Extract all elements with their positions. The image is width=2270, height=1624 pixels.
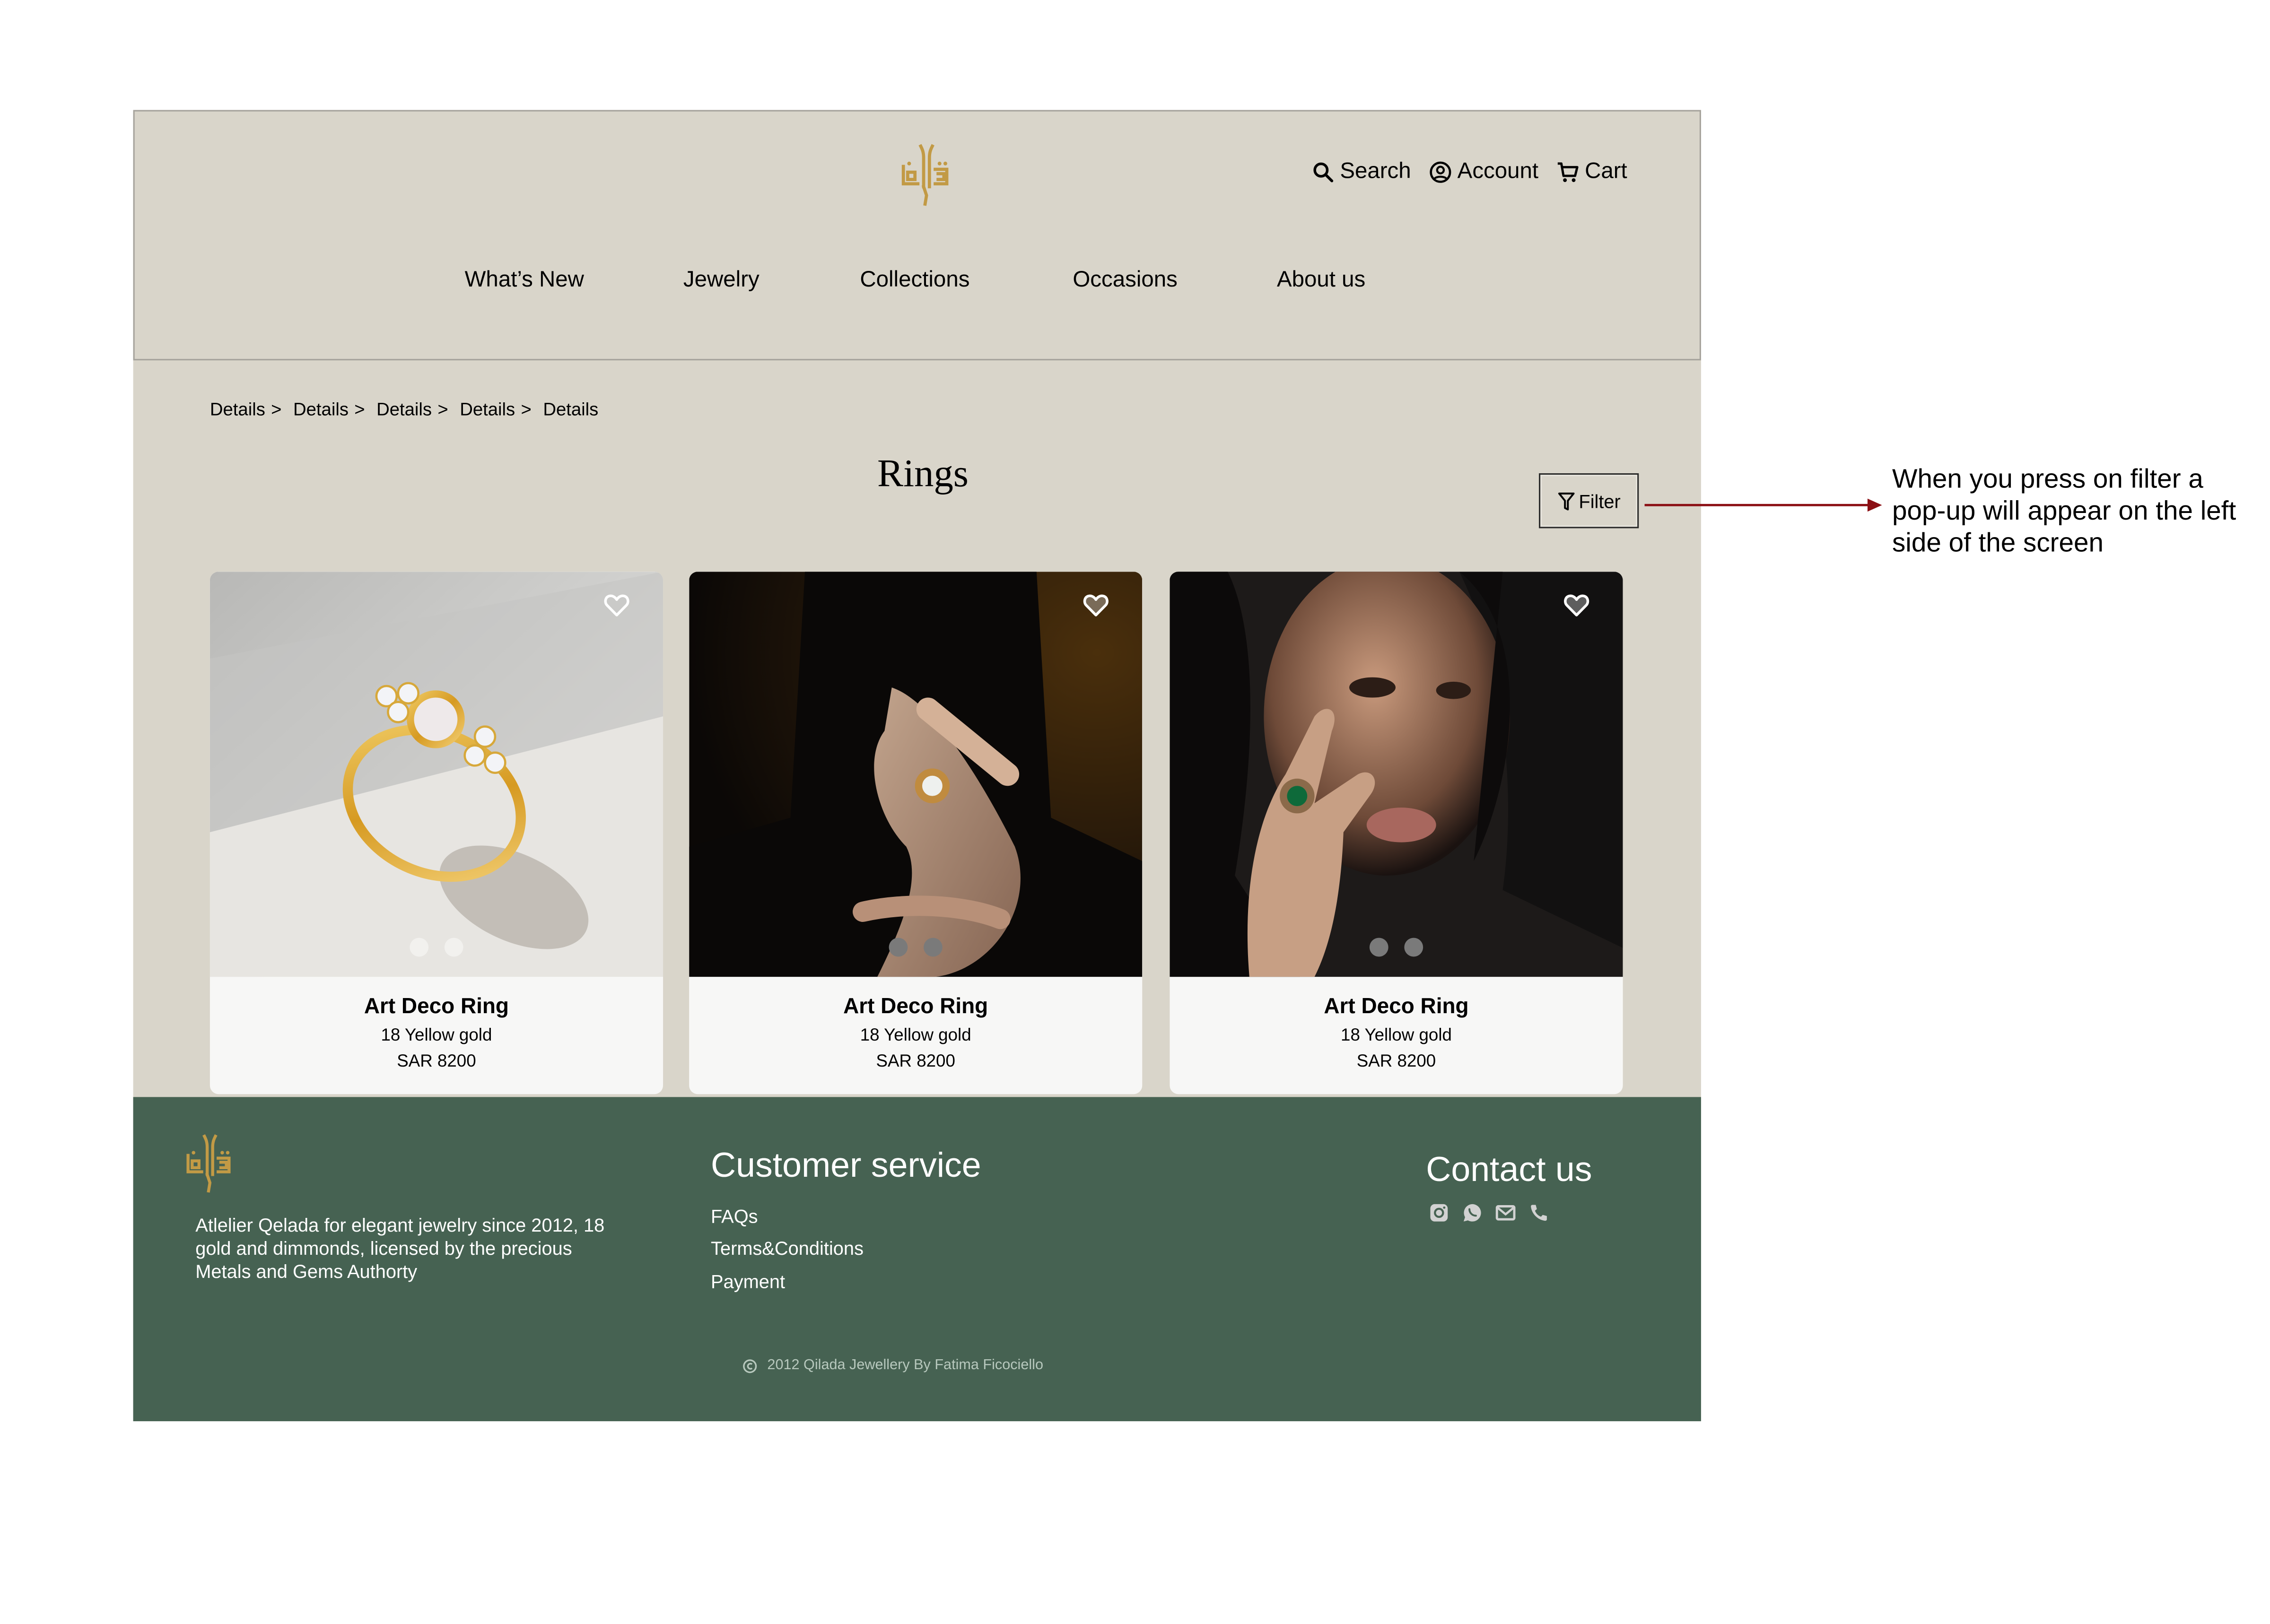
breadcrumb-separator: > [437,399,448,420]
header-actions: Search Account Cart [1311,159,1627,185]
breadcrumb-item[interactable]: Details [460,399,515,420]
brand-logo-icon[interactable] [900,143,952,207]
nav-item-whats-new[interactable]: What’s New [465,268,584,294]
product-material: 18 Yellow gold [381,1025,492,1045]
footer-link-payment[interactable]: Payment [711,1271,785,1293]
product-price: SAR 8200 [876,1051,955,1071]
model-ring-photo [1170,572,1623,977]
cart-label: Cart [1585,159,1627,184]
heart-outline-icon[interactable] [1083,592,1109,618]
carousel-dots [210,938,663,957]
product-info: Art Deco Ring 18 Yellow gold SAR 8200 [210,977,663,1071]
copyright-text: 2012 Qilada Jewellery By Fatima Ficociel… [767,1357,1044,1374]
breadcrumb-item[interactable]: Details [210,399,265,420]
product-material: 18 Yellow gold [860,1025,971,1045]
footer-link-faqs[interactable]: FAQs [711,1206,758,1227]
product-price: SAR 8200 [397,1051,476,1071]
hand-ring-photo [689,572,1143,977]
breadcrumb: Details > Details > Details > Details > … [210,399,598,420]
copyright: 2012 Qilada Jewellery By Fatima Ficociel… [742,1357,1043,1373]
product-name[interactable]: Art Deco Ring [210,994,663,1019]
product-material: 18 Yellow gold [1341,1025,1452,1045]
carousel-dot[interactable] [1369,938,1388,957]
page-title: Rings [877,452,969,495]
carousel-dot[interactable] [444,938,463,957]
footer-link-terms[interactable]: Terms&Conditions [711,1237,864,1259]
search-button[interactable]: Search [1311,159,1411,185]
funnel-icon [1557,492,1574,510]
canvas: Search Account Cart What’s New Jewelry C… [0,0,2270,1624]
product-price: SAR 8200 [1356,1051,1436,1071]
nav-item-collections[interactable]: Collections [860,268,969,294]
annotation-arrow [1644,498,1882,512]
filter-label: Filter [1579,490,1621,512]
carousel-dot[interactable] [889,938,908,957]
carousel-dot[interactable] [410,938,429,957]
brand-logo-icon[interactable] [185,1132,235,1196]
product-image[interactable] [689,572,1143,977]
search-label: Search [1340,159,1411,184]
cart-icon [1557,162,1578,182]
footer-about-text: Atlelier Qelada for elegant jewelry sinc… [195,1214,605,1283]
carousel-dots [689,938,1142,957]
account-circle-icon [1429,161,1451,183]
phone-icon[interactable] [1529,1203,1549,1223]
gold-ring-photo [210,572,664,977]
breadcrumb-item-current[interactable]: Details [543,399,598,420]
instagram-icon[interactable] [1429,1203,1449,1223]
product-name[interactable]: Art Deco Ring [1170,994,1623,1019]
breadcrumb-separator: > [271,399,282,420]
breadcrumb-item[interactable]: Details [293,399,349,420]
account-button[interactable]: Account [1428,159,1538,185]
copyright-icon [743,1358,757,1372]
breadcrumb-separator: > [521,399,532,420]
account-label: Account [1457,159,1539,184]
breadcrumb-item[interactable]: Details [376,399,432,420]
product-info: Art Deco Ring 18 Yellow gold SAR 8200 [689,977,1142,1071]
carousel-dot[interactable] [924,938,943,957]
nav-item-about-us[interactable]: About us [1277,268,1365,294]
product-image[interactable] [210,572,664,977]
whatsapp-icon[interactable] [1462,1203,1483,1223]
carousel-dots [1170,938,1623,957]
product-card[interactable]: Art Deco Ring 18 Yellow gold SAR 8200 [689,572,1143,1094]
filter-button[interactable]: Filter [1539,473,1639,529]
contact-icons [1429,1203,1549,1223]
nav-item-occasions[interactable]: Occasions [1073,268,1178,294]
product-card[interactable]: Art Deco Ring 18 Yellow gold SAR 8200 [210,572,664,1094]
search-icon [1313,162,1333,182]
heart-outline-icon[interactable] [604,592,630,618]
rings-page: Search Account Cart What’s New Jewelry C… [133,110,1701,1422]
product-name[interactable]: Art Deco Ring [689,994,1142,1019]
email-icon[interactable] [1495,1203,1516,1223]
product-card[interactable]: Art Deco Ring 18 Yellow gold SAR 8200 [1170,572,1623,1094]
product-info: Art Deco Ring 18 Yellow gold SAR 8200 [1170,977,1623,1071]
contact-heading: Contact us [1426,1150,1592,1190]
product-image[interactable] [1170,572,1623,977]
site-header: Search Account Cart What’s New Jewelry C… [133,110,1701,361]
annotation-note: When you press on filter a pop-up will a… [1892,463,2236,557]
cart-button[interactable]: Cart [1556,159,1627,185]
breadcrumb-separator: > [354,399,365,420]
customer-service-heading: Customer service [711,1146,981,1186]
heart-outline-icon[interactable] [1563,592,1589,618]
site-footer: Atlelier Qelada for elegant jewelry sinc… [133,1097,1701,1422]
nav-item-jewelry[interactable]: Jewelry [683,268,760,294]
carousel-dot[interactable] [1404,938,1423,957]
